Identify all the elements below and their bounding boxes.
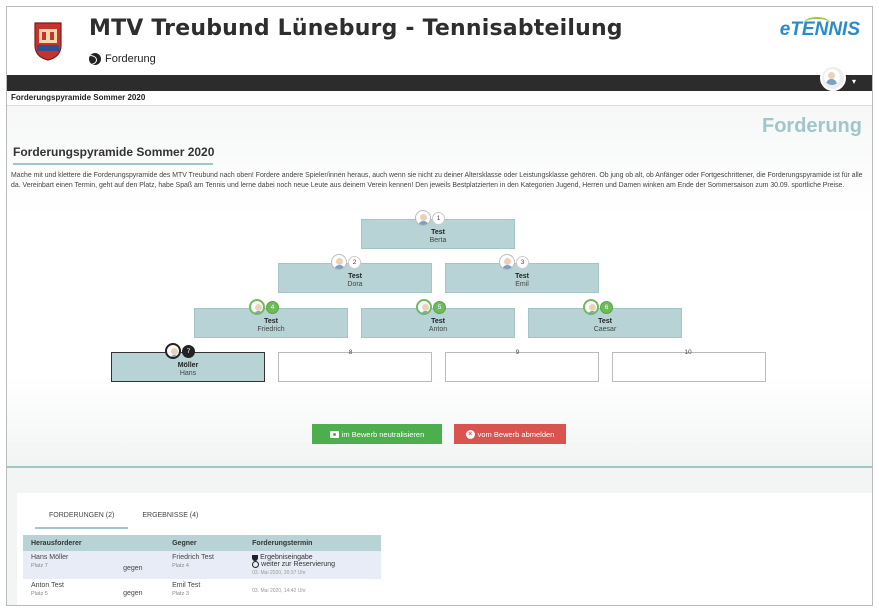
- date-cell: 03. Mai 2020, 14:42 Uhr: [244, 579, 381, 600]
- rank-badge: 4: [266, 301, 279, 314]
- player-avatar-icon: [583, 299, 599, 315]
- player-firstname: Hans: [179, 370, 197, 377]
- opponent-place: Platz 4: [172, 563, 189, 569]
- page-title: Forderung: [762, 115, 862, 137]
- rank-badge: 9: [515, 349, 520, 356]
- timestamp: 03. Mai 2020, 14:42 Uhr: [252, 588, 306, 594]
- player-avatar-icon: [415, 210, 431, 226]
- challenger-cell: Hans Möller Platz 7: [23, 551, 115, 579]
- rank-badge: 3: [516, 256, 529, 269]
- neutralize-button[interactable]: im Bewerb neutralisieren: [312, 424, 442, 444]
- unsubscribe-label: vom Bewerb abmelden: [477, 429, 555, 439]
- chevron-down-icon[interactable]: ▾: [852, 77, 856, 86]
- club-title: MTV Treubund Lüneburg - Tennisabteilung: [89, 16, 623, 41]
- player-avatar-icon: [165, 343, 181, 359]
- column-header-date: Forderungstermin: [244, 535, 381, 551]
- intro-text: Mache mit und klettere die Forderungspyr…: [11, 172, 863, 189]
- rank-badge: 1: [432, 212, 445, 225]
- unsubscribe-button[interactable]: × vom Bewerb abmelden: [454, 424, 566, 444]
- sub-nav-forderung[interactable]: Forderung: [89, 53, 156, 65]
- column-header-challenger: Herausforderer: [23, 535, 116, 551]
- player-surname: Test: [598, 318, 612, 325]
- player-firstname: Emil: [515, 281, 529, 288]
- rank-badge: 6: [600, 301, 613, 314]
- rank-badge: 2: [348, 256, 361, 269]
- close-icon: ×: [465, 429, 475, 439]
- sub-nav-label: Forderung: [105, 53, 156, 65]
- rank-badge: 7: [182, 345, 195, 358]
- opponent-cell: Emil Test Platz 3: [164, 579, 244, 600]
- timestamp: 03. Mai 2020, 20:37 Uhr: [252, 570, 306, 576]
- top-navbar: [7, 75, 872, 91]
- table-row: Anton Test Platz 5 gegen Emil Test Platz…: [23, 579, 381, 600]
- player-firstname: Berta: [429, 237, 447, 244]
- opponent-name[interactable]: Friedrich Test: [172, 554, 214, 561]
- column-header-opponent: Gegner: [164, 535, 245, 551]
- table-row: Hans Möller Platz 7 gegen Friedrich Test…: [23, 551, 381, 579]
- player-avatar-icon: [416, 299, 432, 315]
- vs-label: gegen: [123, 589, 143, 597]
- opponent-cell: Friedrich Test Platz 4: [164, 551, 244, 579]
- column-header-vs: [115, 535, 165, 551]
- camera-icon: [329, 430, 339, 438]
- avatar-face-icon: [824, 69, 840, 85]
- challenger-cell: Anton Test Platz 5: [23, 579, 115, 600]
- player-avatar-icon: [331, 254, 347, 270]
- player-firstname: Friedrich: [257, 326, 285, 333]
- result-entry-link[interactable]: Ergebniseingabe: [252, 554, 373, 561]
- player-surname: Test: [264, 318, 278, 325]
- trophy-icon: [252, 554, 259, 561]
- tennis-ball-icon: [89, 53, 101, 65]
- date-cell: Ergebniseingabe weiter zur Reservierung …: [244, 551, 381, 579]
- site-header: MTV Treubund Lüneburg - Tennisabteilung …: [7, 7, 872, 75]
- user-avatar[interactable]: [820, 65, 846, 91]
- challenger-place: Platz 5: [31, 591, 48, 597]
- result-entry-label: Ergebniseingabe: [260, 554, 313, 561]
- section-underline: [13, 163, 213, 165]
- tab-results[interactable]: ERGEBNISSE (4): [128, 512, 212, 529]
- player-avatar-icon: [249, 299, 265, 315]
- vs-label: gegen: [123, 565, 143, 572]
- player-surname: Test: [431, 318, 445, 325]
- table-header-row: Herausforderer Gegner Forderungstermin: [23, 535, 381, 551]
- tab-bar: FORDERUNGEN (2) ERGEBNISSE (4): [35, 512, 212, 529]
- opponent-place: Platz 3: [172, 591, 189, 597]
- rank-badge: 5: [433, 301, 446, 314]
- clock-icon: [252, 561, 260, 568]
- player-surname: Test: [431, 229, 445, 236]
- etennis-logo[interactable]: eTENNIS: [780, 19, 860, 41]
- rank-badge: 8: [348, 349, 353, 356]
- player-surname: Test: [515, 273, 529, 280]
- challenger-name[interactable]: Anton Test: [31, 582, 64, 589]
- breadcrumb[interactable]: Forderungspyramide Sommer 2020: [11, 93, 145, 102]
- neutralize-label: im Bewerb neutralisieren: [341, 429, 425, 439]
- player-firstname: Anton: [428, 326, 448, 333]
- challenger-place: Platz 7: [31, 563, 48, 569]
- challenger-name[interactable]: Hans Möller: [31, 554, 68, 561]
- app-window: MTV Treubund Lüneburg - Tennisabteilung …: [6, 6, 873, 606]
- reservation-label: weiter zur Reservierung: [261, 561, 336, 568]
- player-avatar-icon: [499, 254, 515, 270]
- challenges-table: Herausforderer Gegner Forderungstermin H…: [23, 535, 381, 600]
- player-firstname: Caesar: [593, 326, 617, 333]
- club-crest-logo[interactable]: [33, 19, 63, 61]
- opponent-name[interactable]: Emil Test: [172, 582, 200, 589]
- rank-badge: 10: [684, 349, 692, 356]
- player-surname: Test: [348, 273, 362, 280]
- reservation-link[interactable]: weiter zur Reservierung: [252, 561, 373, 568]
- section-title: Forderungspyramide Sommer 2020: [13, 145, 215, 159]
- tab-challenges[interactable]: FORDERUNGEN (2): [35, 512, 129, 529]
- player-surname: Möller: [177, 362, 199, 369]
- pyramid-section: [7, 106, 872, 466]
- player-firstname: Dora: [347, 281, 363, 288]
